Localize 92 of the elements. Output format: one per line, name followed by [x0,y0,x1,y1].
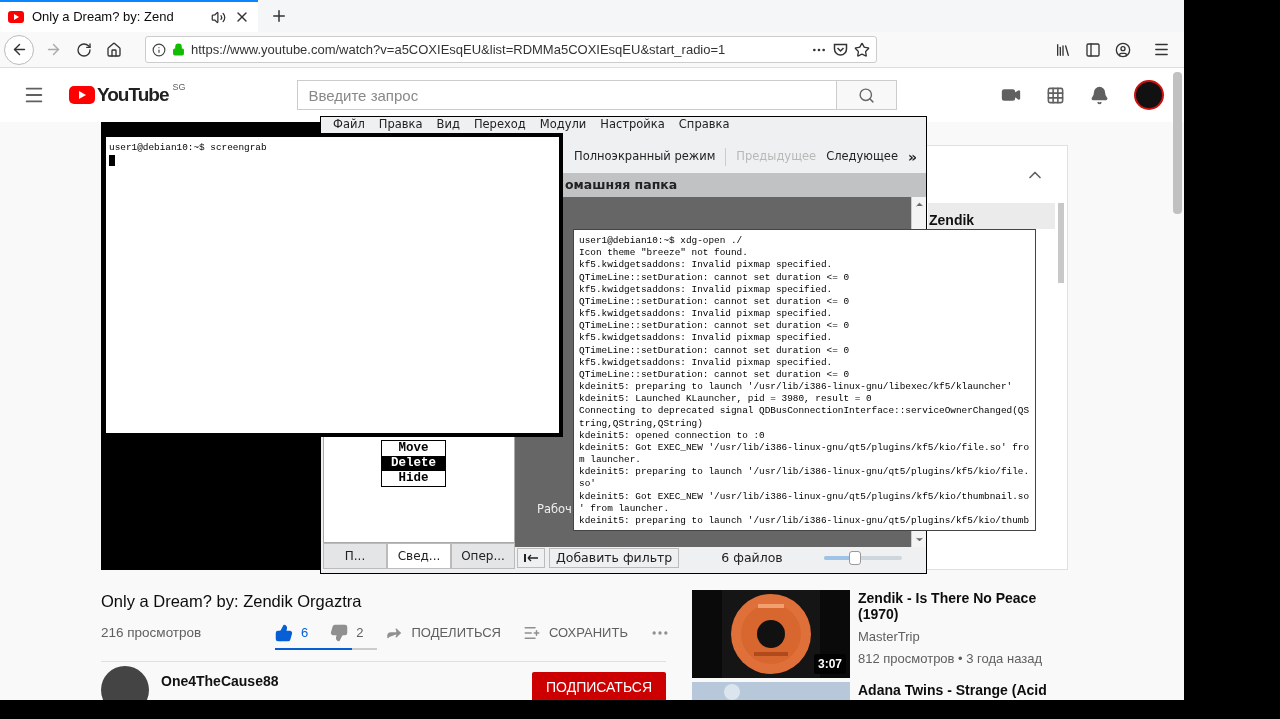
speaker-icon[interactable] [211,9,226,25]
search-button[interactable] [837,80,898,110]
apps-grid-icon[interactable] [1046,85,1065,105]
menu-item[interactable]: Правка [378,118,423,131]
menu-item[interactable]: Модули [539,118,587,131]
file-label[interactable]: Рабоч [537,501,572,519]
reload-icon[interactable] [76,41,92,58]
dislike-button[interactable]: 2 [330,623,364,643]
pocket-icon[interactable] [833,42,848,57]
bookmark-star-icon[interactable] [854,41,870,58]
toolbar-button[interactable]: Полноэкранный режим [574,148,716,166]
menu-item[interactable]: Переход [473,118,526,131]
terminal-line: QTimeLine::setDuration: cannot set duration <= 0 [579,368,850,382]
terminal-line: kf5.kwidgetsaddons: Invalid pixmap specified. [579,259,833,272]
panel-tab[interactable]: П... [323,543,387,569]
terminal-line: kdeinit5: preparing to launch '/usr/lib/i386-linux-gnu/qt5/plugins/kf5/kio/thumb [579,514,1030,528]
bell-icon[interactable] [1090,85,1109,105]
terminal-line: QTimeLine::setDuration: cannot set duration <= 0 [579,344,850,357]
terminal-line: tring,QString,QString) [579,417,703,430]
terminal-line: kdeinit5: Launched KLauncher, pid = 3980, result = 0 [579,393,872,406]
subscribe-button[interactable]: ПОДПИСАТЬСЯ [532,672,666,700]
youtube-favicon-icon [8,11,24,23]
panel-tab[interactable]: Свед... [387,543,451,569]
new-tab-icon[interactable] [270,7,288,25]
channel-name[interactable]: One4TheCause88 [161,671,279,692]
terminal-line: ' from launcher. [579,502,669,515]
terminal-line: kdeinit5: opened connection to :0 [579,429,765,442]
menu-item[interactable]: Файл [333,118,365,131]
back-button[interactable] [4,34,34,65]
terminal-line: kf5.kwidgetsaddons: Invalid pixmap specified. [579,283,833,296]
panel-toggle-button[interactable] [517,548,545,568]
account-icon[interactable] [1115,41,1131,58]
menu-item[interactable]: Настройка [600,118,665,131]
menu-item[interactable]: Справка [678,118,730,131]
view-count: 216 просмотров [101,623,203,642]
search-icon [858,86,876,104]
lock-icon [172,43,185,56]
browser-tab[interactable]: Only a Dream? by: Zend [0,0,258,32]
scrollbar[interactable] [1058,203,1064,283]
info-icon [152,42,166,57]
terminal-line: kdeinit5: Got EXEC_NEW '/usr/lib/i386-linux-gnu/qt5/plugins/kf5/kio/thumbnail.so [579,490,1030,503]
terminal-line: QTimeLine::setDuration: cannot set duration <= 0 [579,320,850,333]
terminal-line: Icon theme "breeze" not found. [579,247,748,260]
video-meta: 812 просмотров • 3 года назад [858,649,1043,668]
save-button[interactable]: СОХРАНИТЬ [522,623,628,643]
panel-tab[interactable]: Опер... [451,543,515,569]
playlist-item[interactable]: Zendik [928,203,1055,229]
thumbs-down-icon [330,624,349,642]
terminal-line: user1@debian10:~$ xdg-open ./ [579,235,743,248]
terminal-line: kdeinit5: preparing to launch '/usr/lib/i386-linux-gnu/libexec/kf5/klauncher' [579,381,1013,394]
terminal-line: kdeinit5: preparing to launch '/usr/lib/i386-linux-gnu/qt5/plugins/kf5/kio/file. [579,466,1030,479]
terminal-line: QTimeLine::setDuration: cannot set duration <= 0 [579,271,850,284]
file-count: 6 файлов [721,548,783,567]
channel-avatar[interactable] [101,666,149,700]
add-to-list-icon [522,624,541,642]
url-text: https://www.youtube.com/watch?v=a5COXIEsqEU&list=RDMMa5COXIEsqEU&start_radio=1 [191,40,726,59]
address-bar[interactable]: https://www.youtube.com/watch?v=a5COXIEsqEU&list=RDMMa5COXIEsqEU&start_radio=1 [145,36,877,63]
terminal-line: user1@debian10:~$ screengrab [109,142,267,155]
avatar[interactable] [1134,80,1164,110]
library-icon[interactable] [1055,41,1071,58]
logo-text: YouTube [97,85,169,105]
terminal-line: kf5.kwidgetsaddons: Invalid pixmap specified. [579,308,833,321]
terminal-line: kf5.kwidgetsaddons: Invalid pixmap specified. [579,332,833,345]
terminal-line: m launcher. [579,454,641,467]
video-title[interactable]: Zendik - Is There No Peace (1970) [858,590,1068,622]
play-logo-icon [69,86,95,104]
terminal-line: QTimeLine::setDuration: cannot set duration <= 0 [579,295,850,309]
menu-icon[interactable] [1153,41,1170,58]
context-menu-item[interactable]: Delete [382,456,445,471]
search-field[interactable]: Введите запрос [297,80,838,110]
tab-title: Only a Dream? by: Zend [32,8,174,27]
terminal-line: so' [579,478,596,491]
duration-badge: 3:07 [813,654,846,674]
video-title[interactable]: Adana Twins - Strange (Acid [858,682,1068,698]
share-button[interactable]: ПОДЕЛИТЬСЯ [385,623,501,643]
toolbar-button[interactable]: Следующее [826,148,898,166]
menu-item[interactable]: Вид [436,118,460,131]
home-icon[interactable] [106,41,122,58]
video-title: Only a Dream? by: Zendik Orgaztra [101,591,363,611]
add-filter-button[interactable]: Добавить фильтр [549,548,680,568]
terminal-line: kdeinit5: Got EXEC_NEW '/usr/lib/i386-linux-gnu/qt5/plugins/kf5/kio/file.so' fro [579,441,1030,455]
thumbs-up-icon [275,624,293,642]
terminal-line: Connecting to deprecated signal QDBusConnectionInterface::serviceOwnerChanged(QS [579,405,1030,418]
terminal-line: kf5.kwidgetsaddons: Invalid pixmap specified. [579,356,833,369]
sidebar-icon[interactable] [1085,41,1101,58]
overflow-button[interactable]: » [908,146,918,168]
channel-name[interactable]: MasterTrip [858,627,1068,647]
zoom-thumb[interactable] [849,551,862,565]
location-text: омашняя папка [565,175,678,194]
like-button[interactable]: 6 [275,623,309,643]
collapse-left-icon [524,554,538,562]
page-scrollbar[interactable] [1173,72,1182,214]
